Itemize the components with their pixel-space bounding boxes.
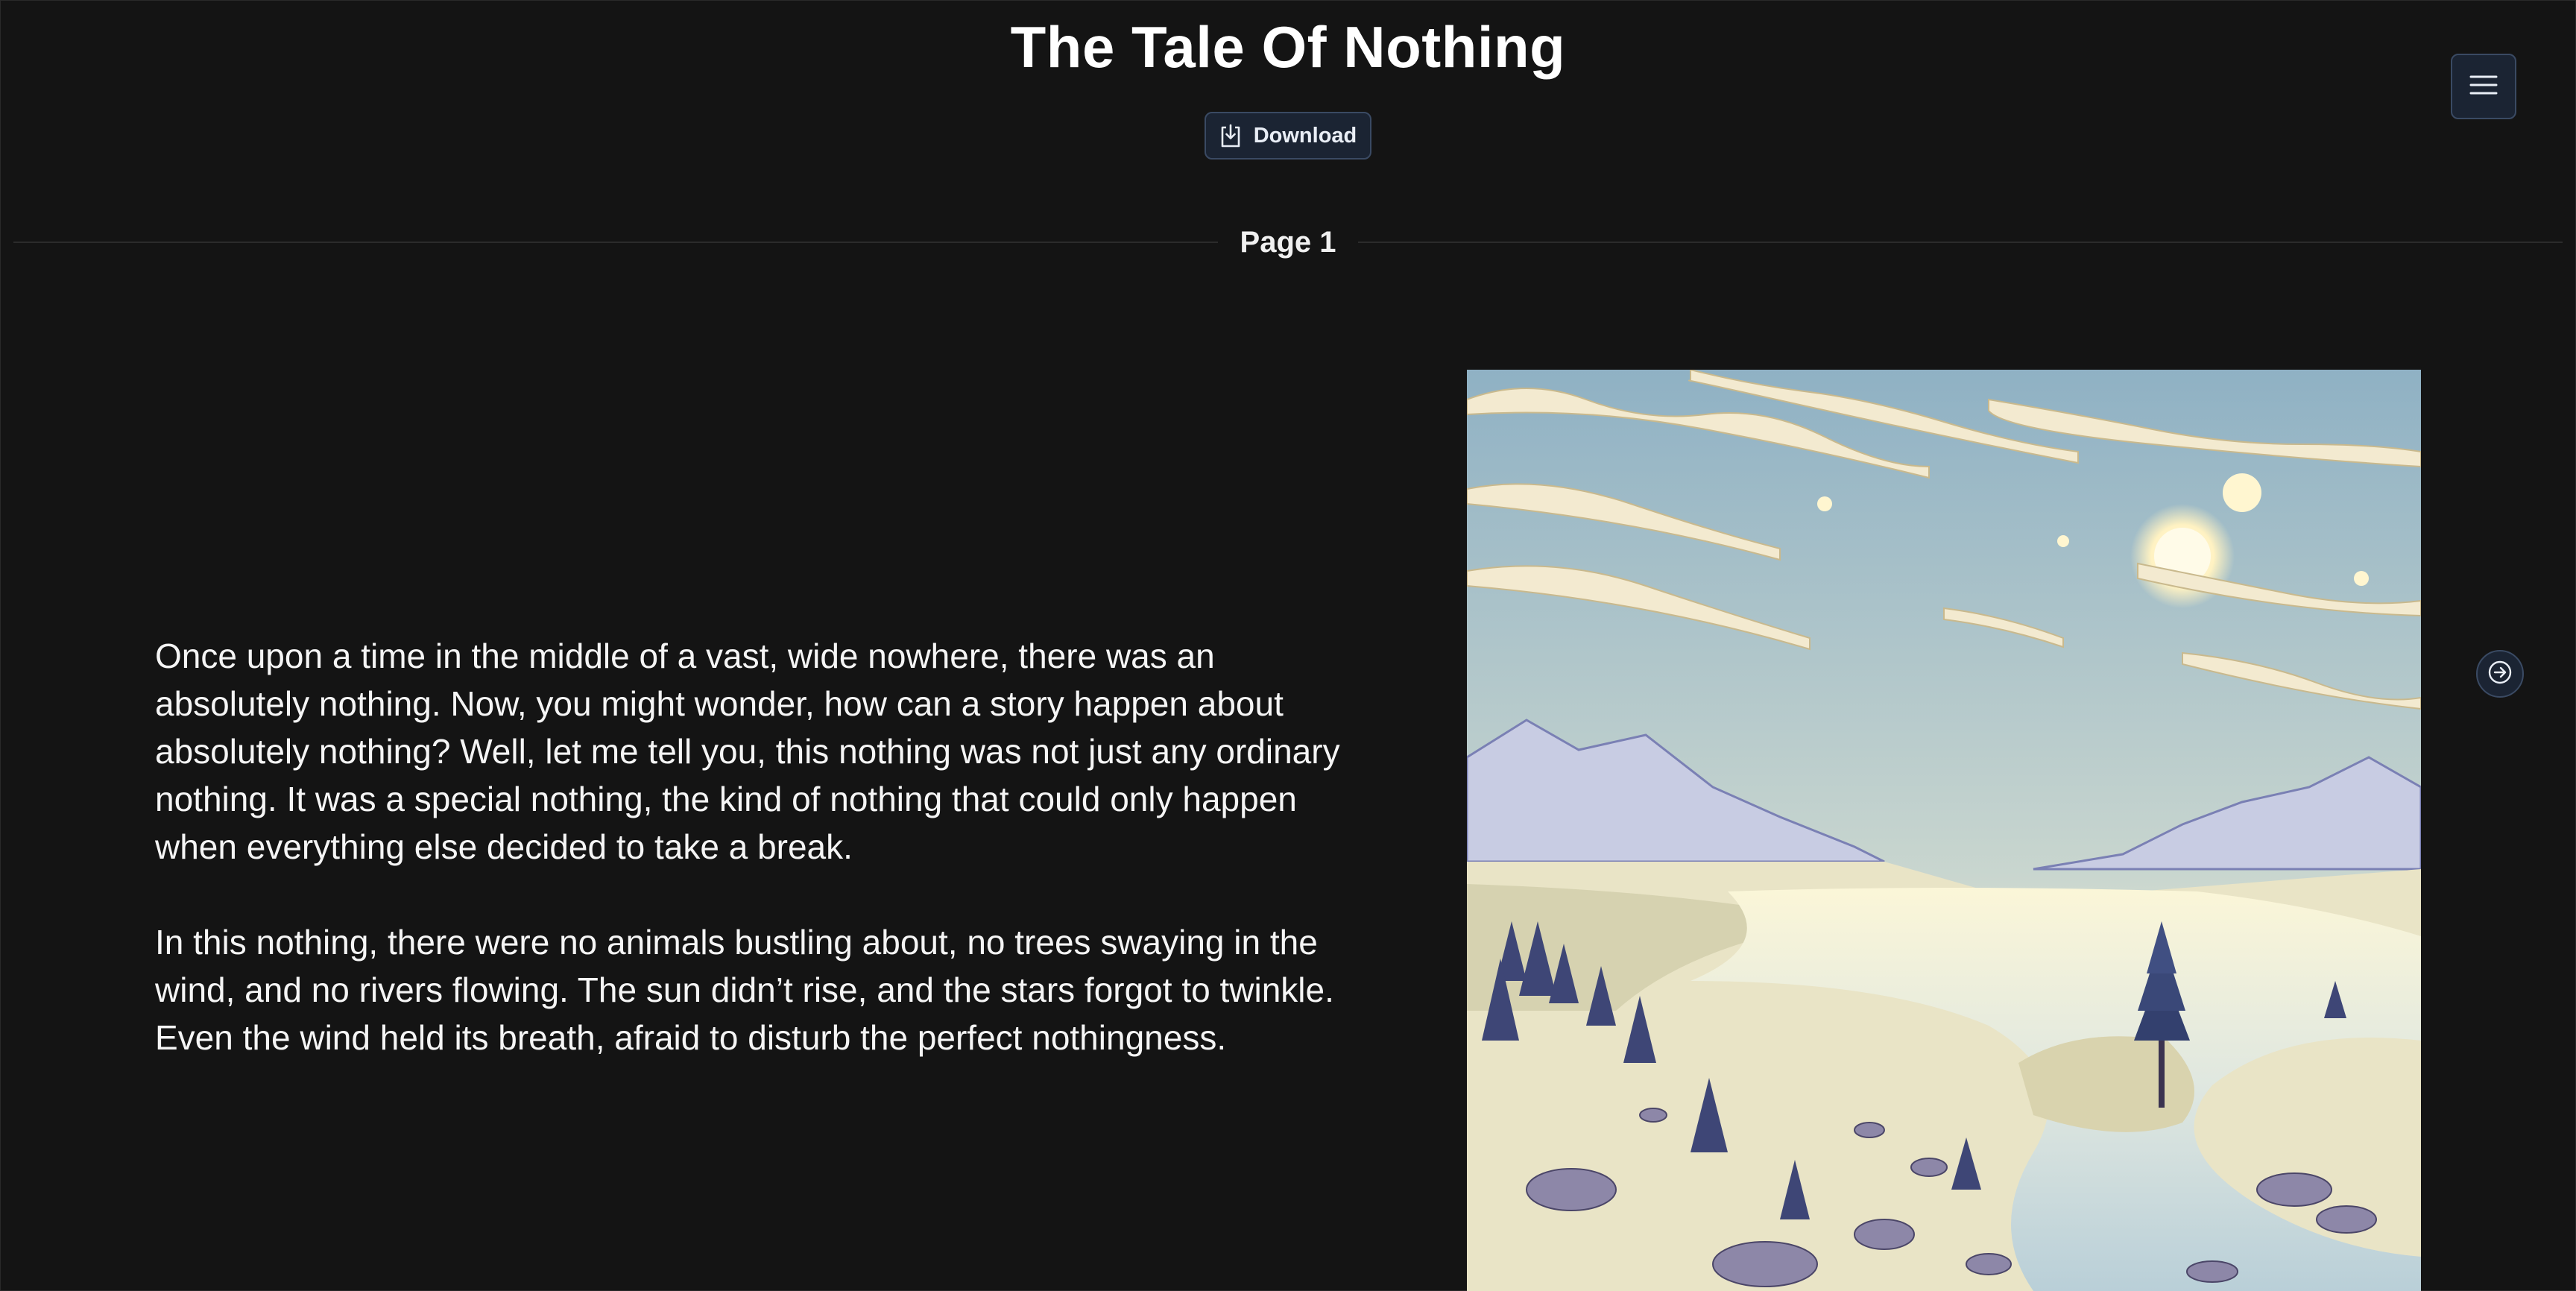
page-divider: Page 1 xyxy=(13,224,2563,261)
download-icon xyxy=(1219,123,1242,148)
story-paragraph-2: In this nothing, there were no animals b… xyxy=(155,923,1334,1057)
story-illustration xyxy=(1467,370,2421,1291)
divider-line-right xyxy=(1358,242,2563,243)
download-button[interactable]: Download xyxy=(1205,112,1371,160)
hamburger-menu-icon xyxy=(2469,74,2498,100)
book-title: The Tale Of Nothing xyxy=(1010,14,1566,80)
story-text: Once upon a time in the middle of a vast… xyxy=(155,632,1363,1109)
menu-button[interactable] xyxy=(2451,54,2516,119)
page-label: Page 1 xyxy=(1240,225,1336,259)
arrow-right-icon xyxy=(2487,660,2513,689)
divider-line-left xyxy=(13,242,1218,243)
story-paragraph-1: Once upon a time in the middle of a vast… xyxy=(155,637,1340,866)
next-page-button[interactable] xyxy=(2476,650,2524,698)
download-label: Download xyxy=(1253,123,1357,148)
